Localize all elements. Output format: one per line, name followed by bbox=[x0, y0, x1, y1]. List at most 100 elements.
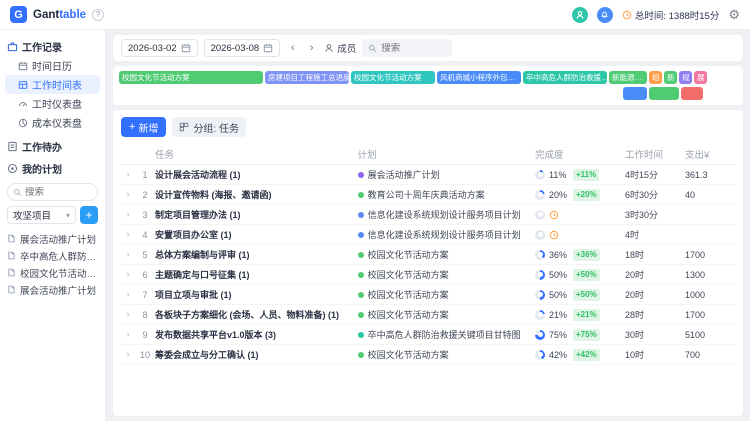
task-name[interactable]: 总体方案编制与评审 (1) bbox=[155, 248, 358, 261]
work-time: 4时 bbox=[625, 230, 640, 240]
task-name[interactable]: 设计宣传物料 (海报、邀请函) bbox=[155, 188, 358, 201]
progress-percent: 21% bbox=[549, 309, 568, 320]
calendar-icon bbox=[264, 44, 273, 53]
row-expand-chevron-icon[interactable]: › bbox=[121, 189, 135, 200]
sidebar-search[interactable] bbox=[7, 183, 98, 201]
row-expand-chevron-icon[interactable]: › bbox=[121, 329, 135, 340]
toolbar-search[interactable] bbox=[362, 39, 453, 57]
help-icon[interactable]: ? bbox=[92, 8, 105, 21]
gantt-bar[interactable]: 风机商城小程序外包… bbox=[437, 71, 521, 84]
add-plan-button[interactable]: + bbox=[80, 206, 98, 224]
table-row[interactable]: › 2 设计宣传物料 (海报、邀请函) 教育公司十周年庆典活动方案 20% +2… bbox=[121, 185, 735, 205]
gantt-bar[interactable] bbox=[649, 87, 679, 100]
plan-cell[interactable]: 展会活动推广计划 bbox=[357, 168, 535, 181]
progress-cell: 75% +75% bbox=[535, 328, 625, 341]
plan-cell[interactable]: 校园文化节活动方案 bbox=[357, 268, 535, 281]
sidebar-search-input[interactable] bbox=[25, 186, 85, 198]
group-icon bbox=[180, 122, 189, 132]
plan-cell[interactable]: 校园文化节活动方案 bbox=[357, 248, 535, 261]
sidebar-item-timesheet[interactable]: 工作时间表 bbox=[5, 75, 100, 94]
sidebar: 工作记录 时间日历 工作时间表 工时仪表盘 成本仪表盘 工作待办 我的计划 搜索… bbox=[0, 30, 106, 421]
row-expand-chevron-icon[interactable]: › bbox=[121, 309, 135, 320]
plan-cell[interactable]: 校园文化节活动方案 bbox=[357, 348, 535, 361]
table-row[interactable]: › 6 主题确定与口号征集 (1) 校园文化节活动方案 50% +50% 20时… bbox=[121, 265, 735, 285]
gantt-bar[interactable]: 新能源… bbox=[609, 71, 647, 84]
table-row[interactable]: › 3 制定项目管理办法 (1) 信息化建设系统规划设计服务项目计划 3时30分 bbox=[121, 205, 735, 225]
table-row[interactable]: › 10 筹委会成立与分工确认 (1) 校园文化节活动方案 42% +42% 1… bbox=[121, 345, 735, 365]
plan-dot bbox=[357, 311, 364, 318]
sidebar-section-my-plans[interactable]: 我的计划 bbox=[5, 158, 100, 178]
row-expand-chevron-icon[interactable]: › bbox=[121, 209, 135, 220]
gantt-bar[interactable]: 新 bbox=[664, 71, 677, 84]
task-name[interactable]: 制定项目管理办法 (1) bbox=[155, 208, 358, 221]
add-task-button[interactable]: + 新增 bbox=[121, 117, 167, 137]
task-name[interactable]: 安置项目办公室 (1) bbox=[155, 228, 358, 241]
todo-list-icon bbox=[8, 141, 17, 151]
member-filter[interactable]: 成员 bbox=[324, 41, 356, 55]
row-expand-chevron-icon[interactable]: › bbox=[121, 229, 135, 240]
row-expand-chevron-icon[interactable]: › bbox=[121, 269, 135, 280]
plan-dot bbox=[357, 291, 364, 298]
sidebar-item-time-calendar[interactable]: 时间日历 bbox=[5, 56, 100, 75]
row-expand-chevron-icon[interactable]: › bbox=[121, 349, 135, 360]
gantt-bar[interactable]: 卒中高危人群防治救援… bbox=[523, 71, 607, 84]
plan-cell[interactable]: 信息化建设系统规划设计服务项目计划 bbox=[357, 208, 535, 221]
gantt-bar[interactable]: 规 bbox=[679, 71, 692, 84]
plan-cell[interactable]: 信息化建设系统规划设计服务项目计划 bbox=[357, 228, 535, 241]
prev-week-icon[interactable]: ‹ bbox=[286, 42, 299, 54]
table-row[interactable]: › 7 项目立项与审批 (1) 校园文化节活动方案 50% +50% 20时 1… bbox=[121, 285, 735, 305]
settings-gear-icon[interactable]: ⚙ bbox=[728, 8, 740, 21]
plan-cell[interactable]: 校园文化节活动方案 bbox=[357, 288, 535, 301]
table-row[interactable]: › 5 总体方案编制与评审 (1) 校园文化节活动方案 36% +36% 18时… bbox=[121, 245, 735, 265]
task-name[interactable]: 发布数据共享平台v1.0版本 (3) bbox=[155, 328, 358, 341]
plan-cell[interactable]: 校园文化节活动方案 bbox=[357, 308, 535, 321]
project-select[interactable]: 攻坚项目 ▾ bbox=[7, 206, 76, 224]
work-time: 6时30分 bbox=[625, 190, 659, 200]
next-week-icon[interactable]: › bbox=[305, 42, 318, 54]
gantt-bar[interactable]: 校园文化节活动方案 bbox=[351, 71, 435, 84]
task-name[interactable]: 筹委会成立与分工确认 (1) bbox=[155, 348, 358, 361]
sidebar-plan-item[interactable]: 展会活动推广计划 bbox=[5, 230, 100, 247]
progress-delta-badge: +11% bbox=[573, 168, 600, 181]
sidebar-section-work-record[interactable]: 工作记录 bbox=[5, 36, 100, 56]
gantt-bar[interactable]: 校园文化节活动方案 bbox=[119, 71, 263, 84]
avatar[interactable] bbox=[571, 6, 588, 23]
sidebar-section-todo[interactable]: 工作待办 bbox=[5, 136, 100, 156]
plan-cell[interactable]: 卒中高危人群防治救援关键项目甘特图 bbox=[357, 328, 535, 341]
table-row[interactable]: › 4 安置项目办公室 (1) 信息化建设系统规划设计服务项目计划 4时 bbox=[121, 225, 735, 245]
gantt-row-2 bbox=[119, 87, 737, 100]
gantt-bar[interactable]: 房建项目工程施工总进度计划 bbox=[265, 71, 349, 84]
table-row[interactable]: › 1 设计展会活动流程 (1) 展会活动推广计划 11% +11% 4时15分… bbox=[121, 165, 735, 185]
row-expand-chevron-icon[interactable]: › bbox=[121, 249, 135, 260]
group-by-chip[interactable]: 分组: 任务 bbox=[172, 117, 246, 137]
progress-percent: 20% bbox=[549, 189, 568, 200]
sidebar-item-hours-dashboard[interactable]: 工时仪表盘 bbox=[5, 94, 100, 113]
table-row[interactable]: › 9 发布数据共享平台v1.0版本 (3) 卒中高危人群防治救援关键项目甘特图… bbox=[121, 325, 735, 345]
plan-cell[interactable]: 教育公司十周年庆典活动方案 bbox=[357, 188, 535, 201]
row-expand-chevron-icon[interactable]: › bbox=[121, 289, 135, 300]
work-time: 10时 bbox=[625, 350, 645, 360]
notification-icon[interactable] bbox=[596, 6, 613, 23]
task-name[interactable]: 项目立项与审批 (1) bbox=[155, 288, 358, 301]
progress-delta-badge: +50% bbox=[573, 288, 600, 301]
sidebar-item-cost-dashboard[interactable]: 成本仪表盘 bbox=[5, 113, 100, 132]
plan-list: 展会活动推广计划 卒中高危人群防治救援… 校园文化节活动方案 展会活动推广计划 bbox=[5, 230, 100, 298]
gantt-bar[interactable] bbox=[623, 87, 647, 100]
gantt-bar[interactable]: 展 bbox=[694, 71, 707, 84]
progress-cell bbox=[535, 209, 625, 220]
toolbar-search-input[interactable] bbox=[381, 42, 442, 54]
progress-donut bbox=[535, 169, 545, 180]
task-name[interactable]: 各板块子方案细化 (会场、人员、物料准备) (1) bbox=[155, 308, 358, 321]
task-name[interactable]: 设计展会活动流程 (1) bbox=[155, 168, 358, 181]
date-end-picker[interactable]: 2026-03-08 bbox=[203, 39, 281, 57]
sidebar-plan-item[interactable]: 卒中高危人群防治救援… bbox=[5, 247, 100, 264]
row-number: 1 bbox=[142, 169, 148, 180]
task-name[interactable]: 主题确定与口号征集 (1) bbox=[155, 268, 358, 281]
row-expand-chevron-icon[interactable]: › bbox=[121, 169, 135, 180]
table-row[interactable]: › 8 各板块子方案细化 (会场、人员、物料准备) (1) 校园文化节活动方案 … bbox=[121, 305, 735, 325]
sidebar-plan-item[interactable]: 展会活动推广计划 bbox=[5, 281, 100, 298]
gantt-bar[interactable] bbox=[681, 87, 703, 100]
date-start-picker[interactable]: 2026-03-02 bbox=[121, 39, 198, 57]
sidebar-plan-item[interactable]: 校园文化节活动方案 bbox=[5, 264, 100, 281]
gantt-bar[interactable]: 组 bbox=[649, 71, 662, 84]
